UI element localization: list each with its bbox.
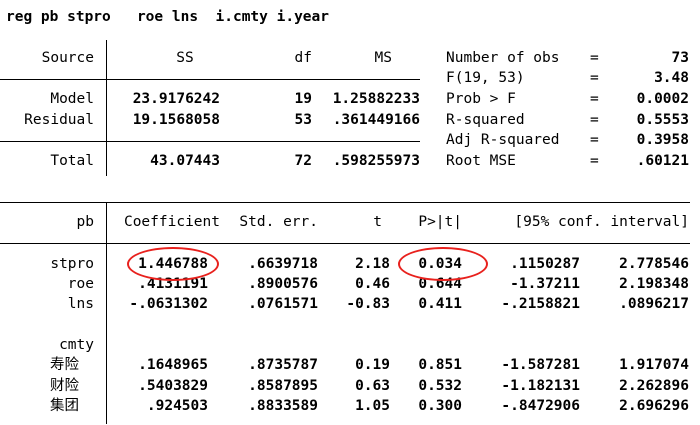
coef-var-group-3: 集团: [50, 398, 79, 414]
stat-eq-probf: =: [590, 91, 599, 107]
anova-total-ss: 43.07443: [150, 153, 220, 169]
coef-stpro-ci-lo: .1150287: [510, 256, 580, 272]
coef-group-3-p: 0.300: [418, 398, 462, 414]
anova-residual-source: Residual: [24, 112, 94, 128]
coef-group-3-se: .8833589: [248, 398, 318, 414]
coef-group-2-t: 0.63: [355, 378, 390, 394]
coef-stpro-t: 2.18: [355, 256, 390, 272]
coef-header-rule: [0, 243, 690, 244]
coef-group-2-ci-hi: 2.262896: [619, 378, 689, 394]
anova-model-source: Model: [50, 91, 94, 107]
stat-value-rmse: .60121: [636, 153, 689, 169]
coef-group-3-ci-hi: 2.696296: [619, 398, 689, 414]
highlight-oval-coefficient: [127, 247, 219, 281]
stat-value-r2: 0.5553: [636, 112, 689, 128]
coef-group-3-ci-lo: -.8472906: [501, 398, 580, 414]
stat-value-probf: 0.0002: [636, 91, 689, 107]
anova-model-ms: 1.25882233: [332, 91, 420, 107]
coef-vertical-rule: [106, 202, 107, 424]
coef-group-1-p: 0.851: [418, 357, 462, 373]
coef-roe-ci-lo: -1.37211: [510, 276, 580, 292]
coef-header-coef: Coefficient: [123, 214, 220, 230]
anova-total-df: 72: [294, 153, 312, 169]
coef-group-label-cmty: cmty: [59, 337, 94, 353]
anova-residual-ss: 19.1568058: [132, 112, 220, 128]
coef-stpro-ci-hi: 2.778546: [619, 256, 689, 272]
coef-group-3-coef: .924503: [146, 398, 208, 414]
coef-var-group-2: 财险: [50, 378, 79, 394]
coef-stpro-se: .6639718: [248, 256, 318, 272]
anova-model-ss: 23.9176242: [132, 91, 220, 107]
highlight-oval-pvalue: [398, 247, 488, 281]
stat-eq-nobs: =: [590, 50, 599, 66]
coef-lns-se: .0761571: [248, 296, 318, 312]
anova-residual-ms: .361449166: [332, 112, 420, 128]
stat-label-f: F(19, 53): [446, 70, 525, 86]
coef-header-ci: [95% conf. interval]: [514, 214, 689, 230]
stat-eq-r2: =: [590, 112, 599, 128]
anova-header-ms: MS: [374, 50, 392, 66]
stat-label-adjr2: Adj R-squared: [446, 132, 560, 148]
stat-label-r2: R-squared: [446, 112, 525, 128]
coef-var-roe: roe: [67, 276, 94, 292]
anova-total-source: Total: [50, 153, 94, 169]
coef-header-t: t: [373, 214, 382, 230]
coef-header-p: P>|t|: [418, 214, 462, 230]
stat-eq-rmse: =: [590, 153, 599, 169]
coef-lns-coef: -.0631302: [129, 296, 208, 312]
coef-roe-se: .8900576: [248, 276, 318, 292]
coef-group-1-ci-hi: 1.917074: [619, 357, 689, 373]
command-line: reg pb stpro roe lns i.cmty i.year: [6, 9, 330, 25]
stat-value-f: 3.48: [654, 70, 689, 86]
coef-roe-t: 0.46: [355, 276, 390, 292]
coef-group-1-se: .8735787: [248, 357, 318, 373]
coef-group-1-coef: .1648965: [138, 357, 208, 373]
coef-roe-ci-hi: 2.198348: [619, 276, 689, 292]
coef-group-2-coef: .5403829: [138, 378, 208, 394]
coef-var-lns: lns: [67, 296, 94, 312]
stat-value-nobs: 73: [671, 50, 689, 66]
coef-group-2-p: 0.532: [418, 378, 462, 394]
anova-header-rule: [0, 79, 420, 80]
coef-group-1-t: 0.19: [355, 357, 390, 373]
anova-vertical-rule: [106, 40, 107, 176]
stat-eq-adjr2: =: [590, 132, 599, 148]
coef-top-rule: [0, 202, 690, 203]
stata-results-window: reg pb stpro roe lns i.cmty i.year Sourc…: [0, 0, 700, 425]
stat-label-probf: Prob > F: [446, 91, 516, 107]
anova-total-ms: .598255973: [332, 153, 420, 169]
coef-lns-ci-lo: -.2158821: [501, 296, 580, 312]
anova-header-df: df: [294, 50, 312, 66]
coef-lns-ci-hi: .0896217: [619, 296, 689, 312]
coef-header-var: pb: [76, 214, 94, 230]
stat-label-rmse: Root MSE: [446, 153, 516, 169]
stat-value-adjr2: 0.3958: [636, 132, 689, 148]
stat-eq-f: =: [590, 70, 599, 86]
anova-header-ss: SS: [176, 50, 194, 66]
coef-group-3-t: 1.05: [355, 398, 390, 414]
coef-lns-t: -0.83: [346, 296, 390, 312]
coef-group-2-ci-lo: -1.182131: [501, 378, 580, 394]
coef-var-stpro: stpro: [50, 256, 94, 272]
anova-header-source: Source: [41, 50, 94, 66]
coef-header-se: Std. err.: [239, 214, 318, 230]
anova-residual-df: 53: [294, 112, 312, 128]
coef-lns-p: 0.411: [418, 296, 462, 312]
anova-total-rule: [0, 141, 420, 142]
coef-var-group-1: 寿险: [50, 357, 79, 373]
coef-group-1-ci-lo: -1.587281: [501, 357, 580, 373]
coef-group-2-se: .8587895: [248, 378, 318, 394]
anova-model-df: 19: [294, 91, 312, 107]
stat-label-nobs: Number of obs: [446, 50, 560, 66]
